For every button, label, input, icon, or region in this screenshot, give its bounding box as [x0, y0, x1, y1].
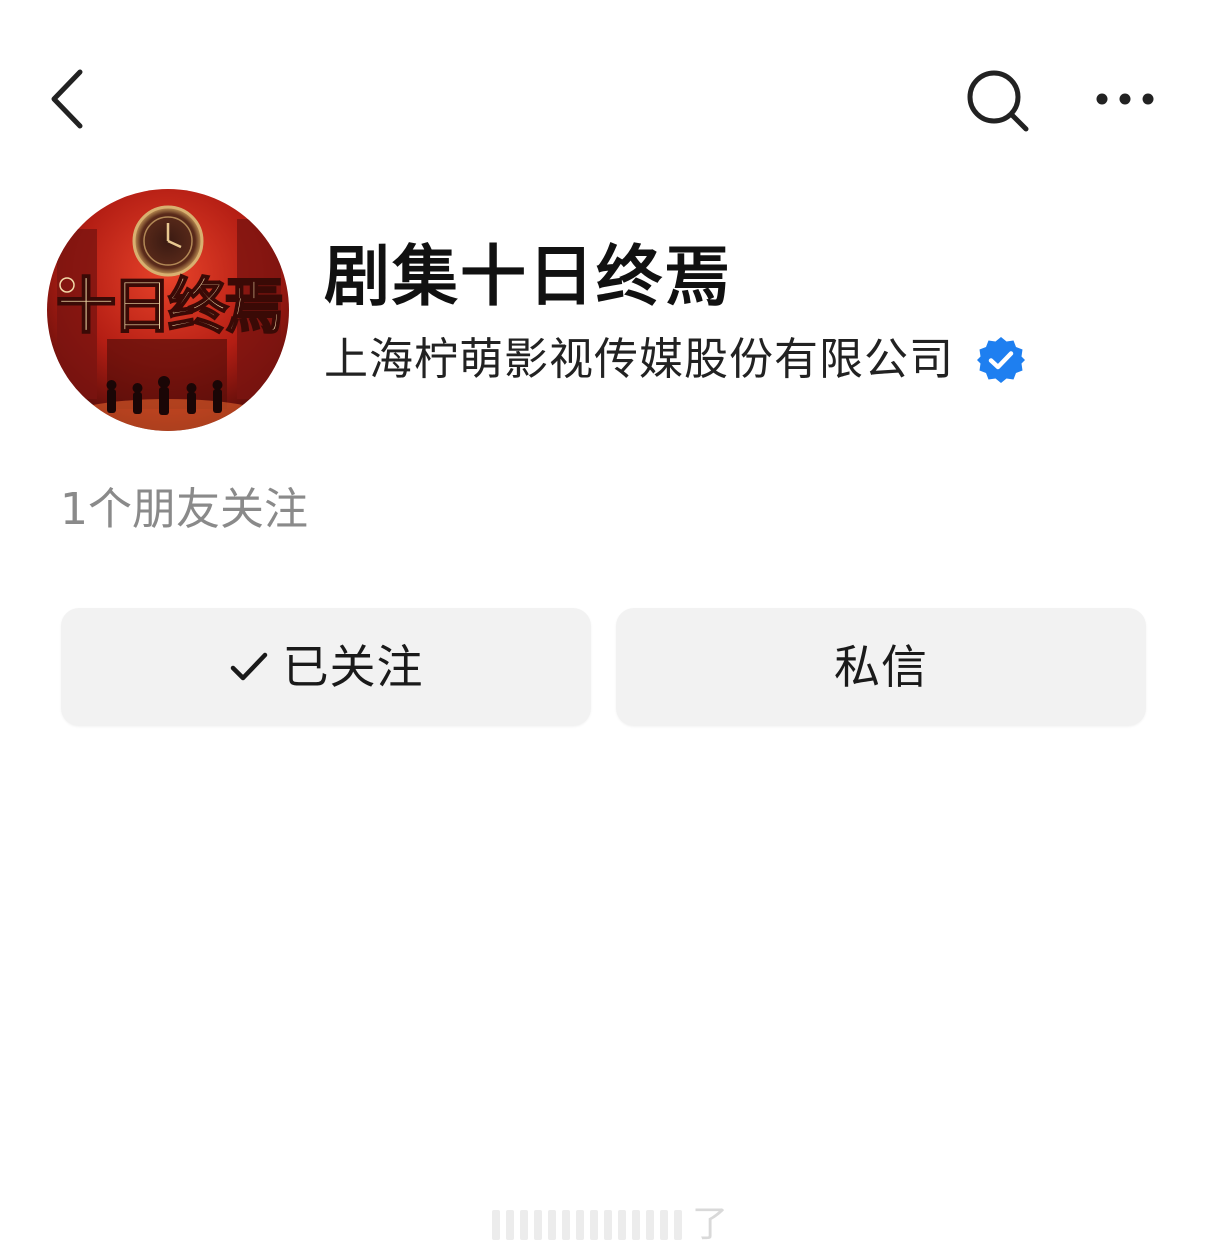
watermark-bar	[506, 1210, 514, 1240]
watermark-bar	[520, 1210, 528, 1240]
verification-row: 上海柠萌影视传媒股份有限公司	[324, 330, 1026, 390]
friends-follow-count[interactable]: 1个朋友关注	[60, 480, 308, 540]
profile-page: 十日终焉 剧集十日终焉 上海柠萌影视传媒股份有限公司 1个朋友关注 已关注 私信	[0, 0, 1206, 1253]
watermark-bar	[604, 1210, 612, 1240]
watermark-bar	[562, 1210, 570, 1240]
message-button-label: 私信	[834, 640, 928, 694]
verified-badge-icon[interactable]	[976, 335, 1026, 385]
following-button[interactable]: 已关注	[61, 608, 591, 726]
profile-name: 剧集十日终焉	[324, 238, 732, 315]
more-horizontal-icon[interactable]	[1092, 82, 1158, 116]
watermark-bar	[576, 1210, 584, 1240]
watermark-bar	[618, 1210, 626, 1240]
watermark-bar	[492, 1210, 500, 1240]
svg-text:十日终焉: 十日终焉	[56, 272, 282, 342]
watermark-bar	[632, 1210, 640, 1240]
watermark-bar	[646, 1210, 654, 1240]
watermark-bar	[548, 1210, 556, 1240]
watermark-bar	[590, 1210, 598, 1240]
chevron-left-icon[interactable]	[42, 66, 92, 132]
bottom-watermark: 了	[492, 1204, 728, 1246]
message-button[interactable]: 私信	[616, 608, 1146, 726]
watermark-bar	[660, 1210, 668, 1240]
check-icon	[230, 652, 267, 681]
watermark-bar	[534, 1210, 542, 1240]
avatar[interactable]: 十日终焉	[47, 189, 289, 431]
verification-company: 上海柠萌影视传媒股份有限公司	[324, 334, 954, 385]
following-button-label: 已关注	[282, 640, 424, 694]
watermark-bar	[674, 1210, 682, 1240]
watermark-text: 了	[692, 1204, 729, 1245]
search-icon[interactable]	[962, 66, 1034, 136]
